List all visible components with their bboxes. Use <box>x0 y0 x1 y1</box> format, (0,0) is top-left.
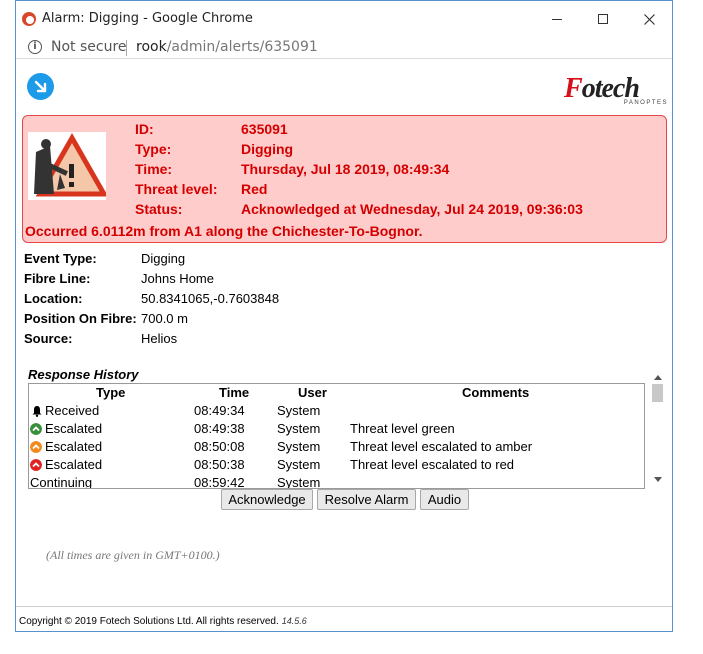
acknowledge-button[interactable]: Acknowledge <box>221 489 313 510</box>
desktop-background <box>673 0 703 654</box>
security-label[interactable]: Not secure <box>51 39 127 55</box>
scroll-up-icon[interactable] <box>654 375 662 380</box>
fotech-logo: Fotech PANOPTES <box>564 73 670 106</box>
logo-subtitle: PANOPTES <box>623 100 668 106</box>
row-user: System <box>277 457 321 472</box>
minimize-button[interactable] <box>534 1 580 37</box>
row-time: 08:50:38 <box>194 457 245 472</box>
audio-button[interactable]: Audio <box>420 489 469 510</box>
row-type: Escalated <box>45 439 103 454</box>
column-header-type: Type <box>96 385 126 400</box>
row-time: 08:49:34 <box>194 403 245 418</box>
history-scrollbar[interactable] <box>650 370 666 492</box>
info-icon[interactable]: i <box>28 40 42 54</box>
column-header-user: User <box>298 385 327 400</box>
maximize-button[interactable] <box>580 1 626 37</box>
timezone-note: (All times are given in GMT+0100.) <box>46 548 220 562</box>
row-comment: Threat level green <box>350 421 455 436</box>
close-button[interactable] <box>626 1 672 37</box>
row-comment: Threat level escalated to amber <box>350 439 533 454</box>
column-header-time: Time <box>219 385 250 400</box>
row-time: 08:49:38 <box>194 421 245 436</box>
row-comment: Threat level escalated to red <box>350 457 515 472</box>
row-type: Escalated <box>45 457 103 472</box>
scroll-down-icon[interactable] <box>654 477 662 482</box>
maximize-icon <box>598 14 608 24</box>
footer: Copyright © 2019 Fotech Solutions Ltd. A… <box>16 606 672 631</box>
column-header-comments: Comments <box>462 385 530 400</box>
table-row: Escalated 08:50:08 System Threat level e… <box>29 439 644 457</box>
chevron-up-circle-icon <box>30 423 42 435</box>
digging-hazard-icon <box>28 132 109 200</box>
bell-icon <box>32 406 42 417</box>
row-type: Received <box>45 403 100 418</box>
row-time: 08:50:08 <box>194 439 245 454</box>
scroll-thumb[interactable] <box>652 384 663 402</box>
alarm-summary-box: ID: 635091 Type: Digging Time: Thursday,… <box>22 115 667 243</box>
minimize-icon <box>552 18 562 20</box>
table-row: Received 08:49:34 System <box>29 403 644 421</box>
row-user: System <box>277 421 321 436</box>
logo-f: F <box>564 73 583 104</box>
address-divider <box>126 40 127 56</box>
url-host: rook <box>136 39 167 55</box>
row-type: Escalated <box>45 421 103 436</box>
window-title: Alarm: Digging - Google Chrome <box>42 11 253 26</box>
address-bar[interactable]: i Not secure rook/admin/alerts/635091 <box>16 37 672 59</box>
version-text: 14.5.6 <box>281 616 307 626</box>
response-history-title: Response History <box>28 367 139 382</box>
table-row: Continuing 08:59:42 System <box>29 475 644 489</box>
url-path: /admin/alerts/635091 <box>166 39 318 55</box>
page-content: Fotech PANOPTES ID: 635091 Type: Digging… <box>16 60 672 631</box>
table-row: Escalated 08:49:38 System Threat level g… <box>29 421 644 439</box>
chrome-icon <box>22 12 36 26</box>
close-icon <box>643 13 655 25</box>
table-row: Escalated 08:50:38 System Threat level e… <box>29 457 644 475</box>
chevron-up-circle-icon <box>30 459 42 471</box>
row-user: System <box>277 403 321 418</box>
occurred-text: Occurred 6.0112m from A1 along the Chich… <box>25 223 423 239</box>
row-user: System <box>277 475 321 489</box>
back-button[interactable] <box>27 73 54 100</box>
row-user: System <box>277 439 321 454</box>
chevron-up-circle-icon <box>30 441 42 453</box>
title-bar: Alarm: Digging - Google Chrome <box>16 1 672 37</box>
row-time: 08:59:42 <box>194 475 245 489</box>
url-text[interactable]: rook/admin/alerts/635091 <box>136 39 318 55</box>
resolve-alarm-button[interactable]: Resolve Alarm <box>317 489 416 510</box>
arrow-down-right-icon <box>34 80 46 92</box>
row-type: Continuing <box>30 475 93 489</box>
copyright-text: Copyright © 2019 Fotech Solutions Ltd. A… <box>19 616 279 627</box>
response-history-table[interactable]: Type Time User Comments Received 08:49:3… <box>28 383 645 489</box>
browser-window: Alarm: Digging - Google Chrome i Not sec… <box>15 0 673 632</box>
